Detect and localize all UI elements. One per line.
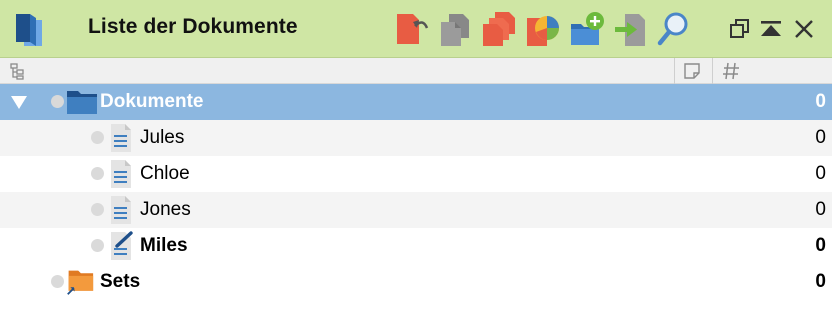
- code-count: 0: [815, 271, 826, 292]
- copy-documents-icon[interactable]: [437, 10, 473, 48]
- folder-icon: [67, 91, 97, 114]
- memo-column-icon[interactable]: [682, 61, 702, 81]
- title-bar: Liste der Dokumente: [0, 0, 832, 58]
- code-count: 0: [815, 91, 826, 112]
- status-dot[interactable]: [91, 239, 104, 252]
- tree-label[interactable]: Sets: [100, 271, 140, 293]
- tree-column-icon[interactable]: [8, 61, 28, 81]
- window-title: Liste der Dokumente: [88, 15, 298, 38]
- code-count: 0: [815, 163, 826, 184]
- code-count: 0: [815, 127, 826, 148]
- tree-label[interactable]: Chloe: [140, 163, 190, 185]
- status-dot[interactable]: [91, 131, 104, 144]
- status-dot[interactable]: [91, 167, 104, 180]
- import-documents-icon[interactable]: [613, 10, 649, 48]
- tree-row-jules[interactable]: Jules 0: [0, 120, 832, 156]
- tree-label[interactable]: Jones: [140, 199, 191, 221]
- disclosure-triangle-icon[interactable]: [10, 93, 28, 111]
- search-icon[interactable]: [656, 10, 692, 48]
- tree-label[interactable]: Jules: [140, 127, 184, 149]
- tree-row-sets[interactable]: Sets 0: [0, 264, 832, 300]
- documents-app-icon: [16, 14, 42, 46]
- status-dot[interactable]: [51, 275, 64, 288]
- tree-label[interactable]: Dokumente: [100, 91, 203, 113]
- tree-row-dokumente[interactable]: Dokumente 0: [0, 84, 832, 120]
- column-separator[interactable]: [674, 58, 675, 84]
- tree-row-chloe[interactable]: Chloe 0: [0, 156, 832, 192]
- status-dot[interactable]: [91, 203, 104, 216]
- restore-document-icon[interactable]: [395, 10, 431, 48]
- collapse-window-icon[interactable]: [759, 17, 783, 41]
- code-count: 0: [815, 235, 826, 256]
- sets-folder-icon: [67, 270, 94, 295]
- duplicate-documents-icon[interactable]: [481, 10, 517, 48]
- edited-document-icon: [111, 231, 133, 260]
- tree-row-jones[interactable]: Jones 0: [0, 192, 832, 228]
- float-window-icon[interactable]: [728, 17, 752, 41]
- new-document-group-icon[interactable]: [569, 10, 605, 48]
- document-color-icon[interactable]: [525, 10, 561, 48]
- column-separator[interactable]: [712, 58, 713, 84]
- document-icon: [111, 124, 131, 152]
- status-dot[interactable]: [51, 95, 64, 108]
- document-icon: [111, 196, 131, 224]
- close-icon[interactable]: [792, 17, 816, 41]
- code-count: 0: [815, 199, 826, 220]
- column-header: [0, 58, 832, 84]
- tree-row-miles[interactable]: Miles 0: [0, 228, 832, 264]
- tree-label[interactable]: Miles: [140, 235, 188, 257]
- document-icon: [111, 160, 131, 188]
- count-column-icon[interactable]: [721, 61, 741, 81]
